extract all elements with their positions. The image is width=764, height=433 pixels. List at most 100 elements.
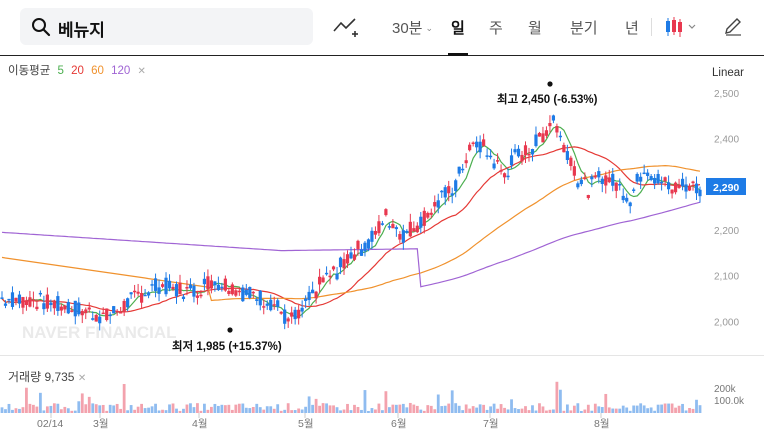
ma-120-line: [1, 201, 701, 288]
volume-bar: [461, 410, 465, 413]
volume-bar: [11, 409, 14, 413]
search-icon: [31, 17, 51, 42]
candle-body: [304, 298, 308, 301]
volume-bar: [262, 409, 266, 413]
volume-label: 거래량 9,735: [8, 370, 75, 384]
close-icon[interactable]: ✕: [78, 373, 86, 384]
candle-body: [349, 252, 353, 259]
volume-bar: [265, 406, 269, 413]
tab-quarter[interactable]: 분기: [570, 17, 598, 38]
candle-body: [209, 280, 213, 289]
candle-body: [136, 291, 140, 294]
volume-bar: [691, 408, 695, 413]
volume-bar: [510, 399, 513, 413]
volume-bar: [436, 394, 440, 413]
volume-bar: [559, 389, 562, 413]
candle-body: [66, 302, 70, 314]
candle-body: [38, 292, 42, 295]
candle-body: [227, 290, 231, 294]
volume-bar: [349, 410, 353, 413]
scale-toggle[interactable]: Linear: [712, 67, 744, 79]
volume-bar: [28, 403, 32, 413]
candle-body: [77, 302, 81, 315]
candle-body: [80, 310, 84, 316]
candle-body: [443, 187, 447, 198]
tab-week[interactable]: 주: [489, 17, 503, 38]
volume-bar: [426, 405, 430, 413]
candlestick-type-icon[interactable]: [664, 16, 700, 43]
volume-bar: [115, 403, 119, 413]
volume-bar: [527, 410, 531, 413]
volume-bar: [433, 409, 437, 413]
volume-bar: [311, 404, 315, 413]
volume-bar: [607, 407, 611, 413]
volume-bar: [562, 410, 566, 413]
volume-bar: [642, 405, 646, 413]
volume-bar: [614, 408, 618, 413]
volume-bar: [503, 407, 506, 413]
volume-bar: [457, 405, 461, 413]
volume-bar: [101, 404, 105, 413]
x-tick-label: 02/14: [37, 418, 63, 430]
candle-body: [290, 312, 294, 317]
volume-bar: [499, 404, 503, 413]
candle-body: [691, 181, 695, 184]
volume-bar: [538, 403, 541, 413]
candle-body: [534, 134, 538, 147]
volume-bar: [653, 410, 657, 413]
volume-tick-label: 200k: [714, 384, 737, 395]
line-chart-add-icon[interactable]: [333, 14, 359, 45]
candle-body: [537, 132, 542, 137]
candle-body: [307, 291, 311, 301]
candle-body: [244, 289, 248, 295]
volume-bar: [412, 404, 416, 413]
volume-bar: [677, 405, 681, 413]
search-box[interactable]: 베뉴지: [20, 8, 313, 45]
candle-body: [576, 183, 580, 188]
volume-bar: [136, 406, 140, 413]
volume-bar: [321, 403, 325, 413]
volume-bar: [63, 406, 67, 413]
candle-body: [694, 183, 699, 194]
volume-bar: [698, 405, 702, 413]
candle-body: [666, 182, 671, 190]
candle-body: [366, 239, 371, 249]
candle-body: [28, 297, 32, 307]
y-tick-label: 2,100: [714, 272, 739, 283]
volume-bar: [524, 406, 527, 413]
candle-body: [213, 281, 217, 286]
candle-body: [551, 115, 556, 121]
candle-body: [478, 141, 482, 153]
volume-bar: [223, 405, 227, 413]
candle-body: [415, 225, 419, 233]
volume-bar: [164, 410, 168, 413]
candle-body: [387, 226, 391, 228]
candle-body: [677, 184, 681, 188]
volume-bar: [251, 406, 255, 413]
low-annotation: 최저 1,985 (+15.37%): [172, 339, 282, 353]
volume-bar: [394, 404, 398, 413]
close-icon[interactable]: ✕: [138, 66, 146, 77]
volume-bar: [220, 404, 224, 413]
candle-body: [569, 157, 573, 167]
tab-minute-interval[interactable]: 30분 ⌄: [392, 17, 433, 38]
candle-body: [450, 193, 454, 196]
candle-body: [495, 160, 500, 162]
ma-5-label: 5: [57, 65, 64, 77]
volume-bar: [59, 409, 63, 413]
candle-body: [202, 278, 207, 285]
volume-bar: [674, 407, 677, 413]
tab-month[interactable]: 월: [528, 17, 542, 38]
pencil-draw-icon[interactable]: [723, 16, 743, 41]
candle-body: [42, 303, 46, 310]
moving-average-legend: 이동평균 5 20 60 120 ✕: [8, 62, 150, 78]
volume-bar: [91, 403, 95, 413]
tab-year[interactable]: 년: [625, 17, 639, 38]
tab-day[interactable]: 일: [448, 17, 468, 56]
candle-body: [464, 160, 468, 164]
volume-bar: [370, 408, 374, 413]
search-query[interactable]: 베뉴지: [58, 16, 105, 41]
candle-body: [391, 223, 395, 229]
candle-body: [600, 178, 604, 185]
volume-bar: [342, 409, 346, 413]
